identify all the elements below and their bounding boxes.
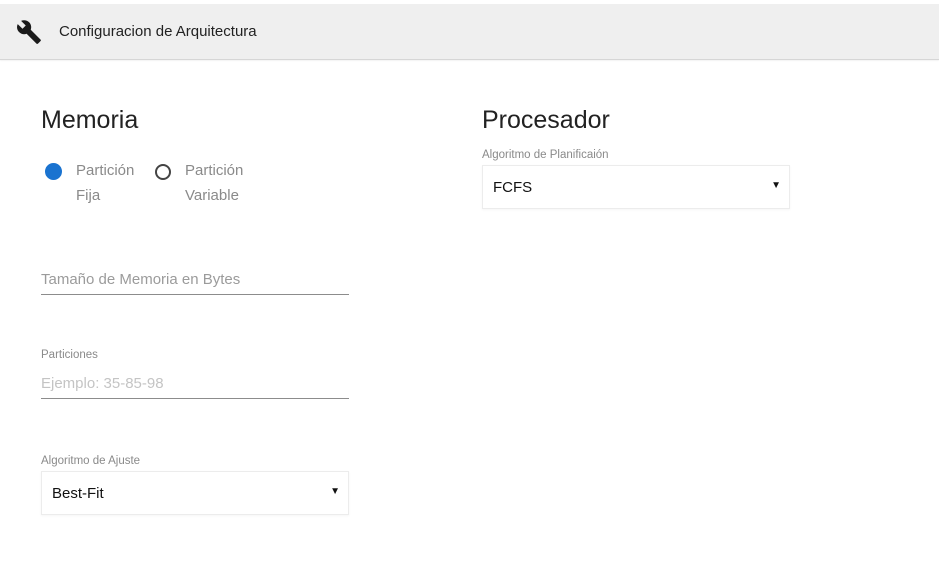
wrench-icon	[17, 20, 41, 44]
algoritmo-planificacion-value: FCFS	[493, 179, 533, 196]
algoritmo-ajuste-select[interactable]: Best-Fit ▼	[41, 471, 349, 515]
radio-particion-variable[interactable]: Partición Variable	[155, 162, 243, 208]
algoritmo-planificacion-select[interactable]: FCFS ▼	[482, 165, 790, 209]
memory-size-input[interactable]	[41, 264, 349, 295]
radio-particion-fija-label: Partición Fija	[76, 162, 135, 204]
radio-selected-icon[interactable]	[45, 163, 62, 180]
page-title: Configuracion de Arquitectura	[59, 23, 257, 40]
algoritmo-planificacion-label: Algoritmo de Planificaión	[482, 149, 609, 161]
particiones-label: Particiones	[41, 349, 98, 361]
memoria-heading: Memoria	[41, 106, 139, 134]
caret-down-icon: ▼	[771, 180, 781, 191]
radio-unselected-icon[interactable]	[155, 164, 171, 180]
particiones-input[interactable]	[41, 368, 349, 399]
procesador-heading: Procesador	[482, 106, 610, 134]
caret-down-icon: ▼	[330, 486, 340, 497]
radio-particion-variable-label: Partición Variable	[185, 162, 244, 204]
radio-particion-fija[interactable]: Partición Fija	[45, 162, 134, 208]
algoritmo-ajuste-value: Best-Fit	[52, 485, 104, 502]
algoritmo-ajuste-label: Algoritmo de Ajuste	[41, 455, 141, 467]
app-header: Configuracion de Arquitectura	[0, 4, 939, 60]
